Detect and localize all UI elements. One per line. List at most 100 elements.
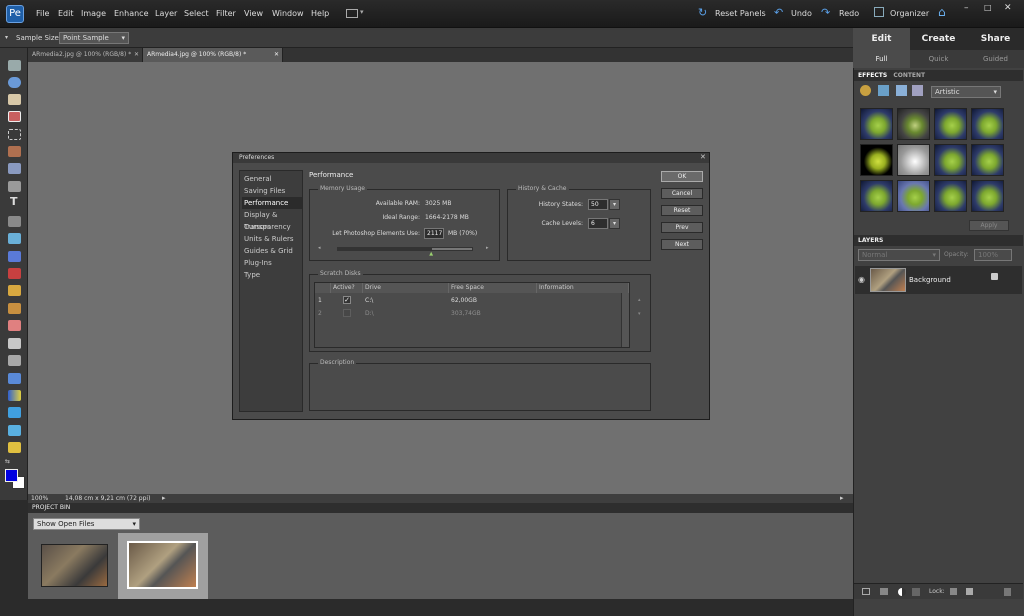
effect-thumbnail[interactable] (860, 180, 893, 212)
organizer-button[interactable]: Organizer (890, 9, 929, 18)
lock-all-icon[interactable] (966, 588, 973, 595)
clone-stamp-tool-icon[interactable] (8, 303, 21, 314)
cookie-cutter-tool-icon[interactable] (8, 233, 21, 244)
nav-performance[interactable]: Performance (242, 197, 302, 209)
effect-thumbnail[interactable] (934, 108, 967, 140)
blur-tool-icon[interactable] (8, 425, 21, 436)
active-checkbox[interactable]: ✓ (343, 296, 351, 304)
doc-tab-armedia4[interactable]: ARmedia4.jpg @ 100% (RGB/8) * ✕ (143, 48, 283, 62)
menu-select[interactable]: Select (184, 9, 209, 18)
horizontal-scrollbar[interactable] (28, 494, 853, 503)
effect-thumbnail[interactable] (860, 144, 893, 176)
zoom-tool-icon[interactable] (8, 77, 21, 88)
effect-thumbnail[interactable] (934, 180, 967, 212)
chevron-down-icon[interactable]: ▾ (609, 199, 620, 210)
layer-row-background[interactable]: ◉ Background (855, 266, 1022, 294)
redo-button[interactable]: Redo (839, 9, 859, 18)
menu-window[interactable]: Window (272, 9, 304, 18)
table-scrollbar[interactable] (621, 293, 629, 347)
paint-bucket-tool-icon[interactable] (8, 373, 21, 384)
straighten-tool-icon[interactable] (8, 251, 21, 262)
move-down-icon[interactable]: ▾ (638, 311, 641, 317)
tab-share[interactable]: Share (967, 28, 1024, 50)
menu-enhance[interactable]: Enhance (114, 9, 149, 18)
opacity-field[interactable]: 100% (974, 249, 1012, 261)
magic-wand-tool-icon[interactable] (8, 163, 21, 174)
menu-filter[interactable]: Filter (216, 9, 236, 18)
type-tool-icon[interactable]: T (10, 195, 18, 208)
arrange-icon[interactable] (346, 9, 358, 18)
foreground-color-swatch[interactable] (5, 469, 18, 482)
prev-button[interactable]: Prev (661, 222, 703, 233)
photo-effects-icon[interactable] (896, 85, 907, 96)
move-up-icon[interactable]: ▴ (638, 297, 641, 303)
lock-transparent-icon[interactable] (950, 588, 957, 595)
crop-tool-icon[interactable] (8, 216, 21, 227)
bin-thumbnail-armedia4[interactable] (127, 541, 198, 589)
nav-plug-ins[interactable]: Plug-Ins (242, 257, 302, 269)
history-states-field[interactable]: 50 (588, 199, 608, 210)
smart-brush-tool-icon[interactable] (8, 355, 21, 366)
nav-saving-files[interactable]: Saving Files (242, 185, 302, 197)
filters-icon[interactable] (860, 85, 871, 96)
menu-file[interactable]: File (36, 9, 49, 18)
effects-all-icon[interactable] (912, 85, 923, 96)
nav-type[interactable]: Type (242, 269, 302, 281)
project-bin-dropdown[interactable]: Show Open Files ▾ (33, 518, 140, 530)
effect-thumbnail[interactable] (971, 144, 1004, 176)
sponge-tool-icon[interactable] (8, 442, 21, 453)
table-row[interactable]: 2 D:\ 303,74GB (315, 309, 629, 320)
hand-tool-icon[interactable] (8, 94, 21, 105)
effect-thumbnail[interactable] (897, 180, 930, 212)
menu-layer[interactable]: Layer (155, 9, 177, 18)
swap-colors-icon[interactable]: ⇆ (5, 458, 10, 465)
trash-icon[interactable] (1004, 588, 1011, 596)
close-icon[interactable]: ✕ (1004, 3, 1012, 13)
gradient-tool-icon[interactable] (8, 390, 21, 401)
shape-tool-icon[interactable] (8, 407, 21, 418)
apply-button[interactable]: Apply (969, 220, 1009, 231)
reset-button[interactable]: Reset (661, 205, 703, 216)
menu-help[interactable]: Help (311, 9, 329, 18)
quick-selection-tool-icon[interactable] (8, 181, 21, 192)
tab-edit[interactable]: Edit (853, 28, 910, 50)
nav-guides-grid[interactable]: Guides & Grid (242, 245, 302, 257)
effects-category-select[interactable]: Artistic ▾ (931, 86, 1001, 98)
brush-tool-icon[interactable] (8, 338, 21, 349)
effect-thumbnail[interactable] (897, 108, 930, 140)
nav-general[interactable]: General (242, 173, 302, 185)
nav-transparency[interactable]: Transparency (242, 221, 302, 233)
undo-button[interactable]: Undo (791, 9, 812, 18)
active-checkbox[interactable] (343, 309, 351, 317)
blend-mode-select[interactable]: Normal ▾ (858, 249, 940, 261)
reset-panels-button[interactable]: Reset Panels (715, 9, 766, 18)
effect-thumbnail[interactable] (897, 144, 930, 176)
eye-icon[interactable]: ◉ (858, 275, 865, 284)
ram-use-field[interactable]: 2117 (424, 228, 444, 239)
subtab-full[interactable]: Full (853, 50, 910, 68)
status-arrow-icon[interactable]: ▸ (162, 494, 166, 502)
ok-button[interactable]: OK (661, 171, 703, 182)
minimize-icon[interactable]: – (964, 3, 969, 13)
styles-icon[interactable] (878, 85, 889, 96)
close-icon[interactable]: ✕ (700, 153, 706, 161)
menu-edit[interactable]: Edit (58, 9, 74, 18)
home-icon[interactable]: ⌂ (938, 5, 946, 19)
menu-image[interactable]: Image (81, 9, 106, 18)
eraser-tool-icon[interactable] (8, 320, 21, 331)
cancel-button[interactable]: Cancel (661, 188, 703, 199)
lasso-tool-icon[interactable] (8, 146, 21, 157)
move-tool-icon[interactable] (8, 60, 21, 71)
eyedropper-tool-icon[interactable] (8, 111, 21, 122)
tab-effects[interactable]: EFFECTS (858, 72, 887, 79)
tab-content[interactable]: CONTENT (893, 72, 925, 79)
adjustment-icon[interactable] (898, 588, 906, 596)
effect-thumbnail[interactable] (971, 180, 1004, 212)
maximize-icon[interactable]: □ (984, 3, 992, 12)
new-adjustment-layer-icon[interactable] (880, 588, 888, 595)
marquee-tool-icon[interactable] (8, 129, 21, 140)
ram-slider-track[interactable] (337, 247, 473, 251)
next-button[interactable]: Next (661, 239, 703, 250)
tab-create[interactable]: Create (910, 28, 967, 50)
scroll-right-icon[interactable]: ▸ (840, 494, 844, 502)
